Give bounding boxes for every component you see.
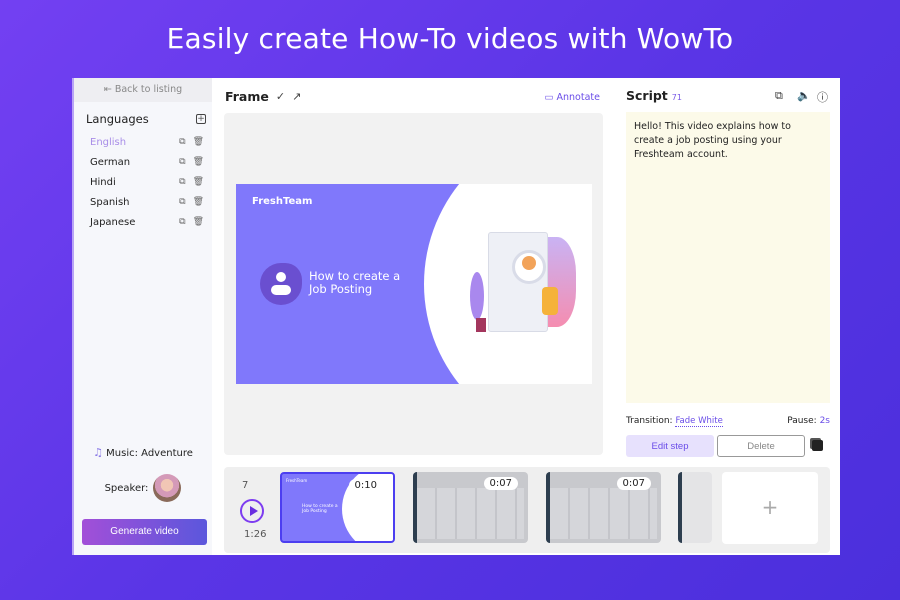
speaker-avatar[interactable]: [153, 474, 182, 502]
speaker-label: Speaker:: [104, 482, 149, 494]
thumb-sidebar: [413, 472, 417, 543]
illustration-body: [542, 287, 558, 315]
generate-video-button[interactable]: Generate video: [82, 519, 207, 545]
frame-header: Frame ✓ ↗: [225, 89, 301, 104]
trash-icon[interactable]: 🗑: [193, 197, 204, 207]
language-item-german[interactable]: German ⧉ 🗑: [74, 152, 212, 172]
annotate-label: Annotate: [556, 92, 600, 103]
step-thumbnail[interactable]: 0:07: [413, 472, 528, 543]
add-step-button[interactable]: +: [722, 472, 818, 544]
translate-icon[interactable]: ⧉: [179, 157, 185, 167]
duplicate-icon[interactable]: [812, 440, 823, 451]
language-item-english[interactable]: English ⧉ 🗑: [74, 132, 212, 152]
language-name: Hindi: [90, 176, 116, 188]
translate-icon[interactable]: ⧉: [775, 89, 783, 103]
back-icon: ⇤: [103, 84, 112, 95]
transition-label: Transition:: [626, 416, 673, 426]
thumb-title: How to create a Job Posting: [302, 504, 338, 514]
help-icon[interactable]: ⓘ: [817, 89, 828, 105]
pause-setting: Pause: 2s: [787, 416, 830, 426]
languages-header: Languages +: [74, 102, 212, 126]
languages-title: Languages: [86, 112, 149, 126]
language-list: English ⧉ 🗑 German ⧉ 🗑 Hindi ⧉ 🗑 Spanish ⧉ 🗑 Jap…: [74, 132, 212, 232]
music-icon: ♫: [93, 446, 103, 459]
frame-preview: FreshTeam How to create a Job Posting: [224, 113, 603, 455]
total-duration: 1:26: [244, 529, 267, 540]
headline: Easily create How-To videos with WowTo: [166, 22, 734, 55]
illustration-document: [488, 232, 548, 332]
delete-button[interactable]: Delete: [717, 435, 805, 457]
app-window: ⇤ Back to listing Languages + English ⧉ 🗑 …: [72, 78, 840, 555]
translate-icon[interactable]: ⧉: [179, 137, 185, 147]
transition-setting: Transition: Fade White: [626, 416, 723, 427]
thumb-screenshot: [550, 488, 657, 539]
slide-title: How to create a Job Posting: [309, 270, 400, 296]
language-item-japanese[interactable]: Japanese ⧉ 🗑: [74, 212, 212, 232]
thumb-duration: 0:10: [348, 479, 383, 492]
pause-label: Pause:: [787, 416, 817, 426]
frame-panel: Frame ✓ ↗ ▭ Annotate FreshTeam How to cr…: [212, 78, 612, 468]
script-title: Script: [626, 88, 668, 103]
slide-image: FreshTeam How to create a Job Posting: [236, 184, 592, 384]
back-label: Back to listing: [114, 84, 183, 95]
thumb-duration: 0:07: [616, 477, 651, 490]
thumb-screenshot: [417, 488, 524, 539]
translate-icon[interactable]: ⧉: [179, 217, 185, 227]
illustration-pot: [476, 318, 486, 332]
speaker-selector[interactable]: Speaker:: [74, 474, 212, 502]
pause-value[interactable]: 2s: [820, 416, 830, 426]
script-char-count: 71: [671, 93, 682, 102]
step-thumbnail[interactable]: FreshTeam How to create a Job Posting 0:…: [280, 472, 395, 543]
language-name: Spanish: [90, 196, 130, 208]
illustration-person: [522, 256, 536, 270]
frame-title: Frame: [225, 89, 269, 104]
script-textarea[interactable]: Hello! This video explains how to create…: [626, 112, 830, 403]
thumb-duration: 0:07: [483, 477, 518, 490]
language-item-spanish[interactable]: Spanish ⧉ 🗑: [74, 192, 212, 212]
step-count: 7: [242, 480, 249, 491]
translate-icon[interactable]: ⧉: [179, 177, 185, 187]
language-name: Japanese: [90, 216, 136, 228]
add-language-icon[interactable]: +: [196, 114, 206, 124]
annotate-icon: ▭: [544, 92, 554, 103]
slide-brand: FreshTeam: [252, 196, 313, 207]
transition-value[interactable]: Fade White: [675, 416, 723, 427]
back-to-listing-link[interactable]: ⇤ Back to listing: [74, 78, 212, 102]
trash-icon[interactable]: 🗑: [193, 157, 204, 167]
annotate-button[interactable]: ▭ Annotate: [545, 92, 601, 103]
trash-icon[interactable]: 🗑: [193, 217, 204, 227]
language-name: English: [90, 136, 127, 148]
speaker-volume-icon[interactable]: 🔈: [797, 89, 811, 102]
trash-icon[interactable]: 🗑: [193, 137, 204, 147]
step-thumbnail[interactable]: 0:07: [546, 472, 661, 543]
trash-icon[interactable]: 🗑: [193, 177, 204, 187]
music-label: Music: Adventure: [106, 448, 193, 459]
thumb-sidebar: [546, 472, 550, 543]
timeline-strip: 7 1:26 FreshTeam How to create a Job Pos…: [224, 467, 830, 553]
step-thumbnail[interactable]: [678, 472, 712, 543]
language-item-hindi[interactable]: Hindi ⧉ 🗑: [74, 172, 212, 192]
edit-step-button[interactable]: Edit step: [626, 435, 714, 457]
external-link-icon[interactable]: ↗: [292, 91, 301, 102]
language-name: German: [90, 156, 131, 168]
job-posting-illustration: [468, 232, 578, 344]
user-icon: [260, 263, 302, 305]
script-panel: Script 71 ⧉ 🔈 ⓘ Hello! This video explain…: [612, 78, 840, 468]
play-button[interactable]: [240, 499, 264, 523]
sidebar: ⇤ Back to listing Languages + English ⧉ 🗑 …: [72, 78, 212, 555]
illustration-plant: [470, 272, 484, 320]
translate-icon[interactable]: ⧉: [179, 197, 185, 207]
thumb-brand: FreshTeam: [286, 478, 308, 483]
slide-title-line: Job Posting: [309, 282, 373, 296]
check-circle-icon[interactable]: ✓: [276, 91, 285, 102]
music-selector[interactable]: ♫ Music: Adventure: [74, 447, 212, 459]
script-header: Script 71: [626, 88, 682, 103]
thumb-sidebar: [678, 472, 682, 543]
